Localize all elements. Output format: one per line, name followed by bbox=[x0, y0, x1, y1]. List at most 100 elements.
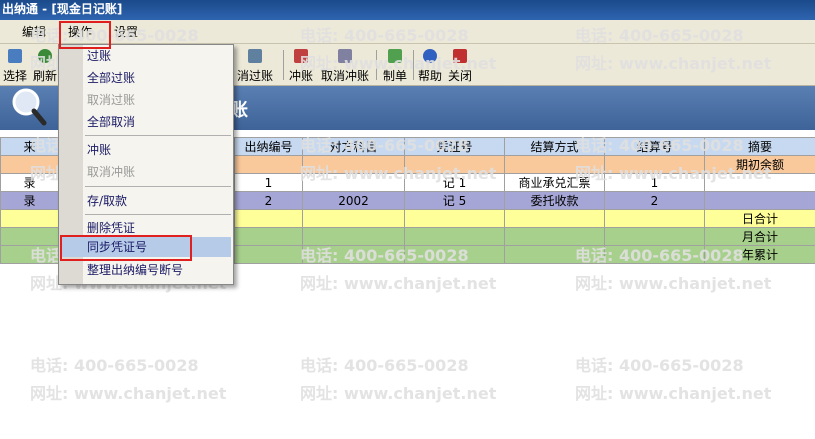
magnifier-icon bbox=[12, 88, 47, 126]
make-voucher-label: 制单 bbox=[382, 69, 407, 83]
table-cell bbox=[504, 209, 605, 228]
column-header[interactable]: 结算方式 bbox=[504, 137, 605, 156]
table-cell bbox=[234, 227, 303, 246]
table-cell: 记 1 bbox=[404, 173, 505, 192]
watermark-site: 网址: www.chanjet.net bbox=[30, 384, 227, 403]
menu-item-post-all[interactable]: 全部过账 bbox=[87, 69, 135, 87]
table-cell bbox=[302, 245, 405, 264]
unpost-icon bbox=[248, 49, 262, 63]
column-header[interactable]: 摘要 bbox=[704, 137, 815, 156]
menu-item-highlight-box bbox=[60, 235, 192, 261]
make-voucher-icon bbox=[388, 49, 402, 63]
watermark-phone: 电话: 400-665-0028 bbox=[300, 356, 469, 375]
column-header[interactable]: 来 bbox=[0, 137, 59, 156]
table-cell bbox=[0, 209, 59, 228]
table-cell: 期初余额 bbox=[704, 155, 815, 174]
table-cell: 录 bbox=[0, 191, 59, 210]
watermark-site: 网址: www.chanjet.net bbox=[300, 274, 497, 293]
column-header[interactable]: 结算号 bbox=[604, 137, 705, 156]
menu-settings[interactable]: 设置 bbox=[114, 24, 138, 42]
reverse-icon bbox=[294, 49, 308, 63]
table-cell bbox=[234, 155, 303, 174]
menu-item-cancel-all[interactable]: 全部取消 bbox=[87, 113, 135, 131]
cancel-reverse-icon bbox=[338, 49, 352, 63]
help-icon bbox=[423, 49, 437, 63]
menu-item-post[interactable]: 过账 bbox=[87, 47, 111, 65]
table-cell bbox=[302, 155, 405, 174]
select-button[interactable]: 选择 bbox=[2, 47, 28, 85]
column-header[interactable]: 出纳编号 bbox=[234, 137, 303, 156]
table-cell: 2002 bbox=[302, 191, 405, 210]
column-header[interactable]: 凭证号 bbox=[404, 137, 505, 156]
table-cell bbox=[404, 209, 505, 228]
table-cell: 月合计 bbox=[704, 227, 815, 246]
column-header[interactable]: 对方科目 bbox=[302, 137, 405, 156]
table-cell bbox=[0, 245, 59, 264]
table-cell: 年累计 bbox=[704, 245, 815, 264]
table-cell bbox=[504, 227, 605, 246]
toolbar-separator bbox=[283, 50, 284, 80]
table-cell bbox=[234, 209, 303, 228]
help-label: 帮助 bbox=[417, 69, 442, 83]
menu-highlight-box bbox=[59, 21, 111, 49]
close-button[interactable]: 关闭 bbox=[447, 47, 473, 85]
menu-item-deposit-withdraw[interactable]: 存/取款 bbox=[87, 192, 127, 210]
table-cell: 记 5 bbox=[404, 191, 505, 210]
close-label: 关闭 bbox=[447, 69, 472, 83]
menu-item-cancel-reverse[interactable]: 取消冲账 bbox=[87, 163, 135, 181]
make-voucher-button[interactable]: 制单 bbox=[381, 47, 409, 85]
table-cell bbox=[302, 173, 405, 192]
table-cell bbox=[302, 227, 405, 246]
menu-item-cancel-post[interactable]: 取消过账 bbox=[87, 91, 135, 109]
table-cell bbox=[604, 227, 705, 246]
refresh-button[interactable]: 刷新 bbox=[32, 47, 58, 85]
table-cell bbox=[704, 191, 815, 210]
table-cell bbox=[0, 227, 59, 246]
refresh-icon bbox=[38, 49, 52, 63]
watermark-site: 网址: www.chanjet.net bbox=[300, 384, 497, 403]
toolbar-separator bbox=[376, 50, 377, 80]
menu-separator bbox=[85, 135, 231, 136]
watermark-phone: 电话: 400-665-0028 bbox=[30, 356, 199, 375]
table-cell bbox=[604, 245, 705, 264]
refresh-label: 刷新 bbox=[32, 69, 57, 83]
select-icon bbox=[8, 49, 22, 63]
table-cell: 2 bbox=[234, 191, 303, 210]
window-title-bar: 出纳通 - [现金日记账] bbox=[0, 0, 815, 20]
select-label: 选择 bbox=[2, 69, 27, 83]
app-window: { "window": { "title": "出纳通 - [现金日记账]" }… bbox=[0, 0, 815, 439]
table-cell bbox=[504, 245, 605, 264]
unpost-button[interactable]: 消过账 bbox=[232, 47, 278, 85]
table-cell: 2 bbox=[604, 191, 705, 210]
window-title: 出纳通 - [现金日记账] bbox=[2, 2, 123, 16]
cancel-reverse-label: 取消冲账 bbox=[320, 69, 369, 83]
table-cell bbox=[404, 227, 505, 246]
table-cell bbox=[404, 155, 505, 174]
menu-edit[interactable]: 编辑 bbox=[22, 24, 46, 42]
table-cell: 1 bbox=[604, 173, 705, 192]
menu-separator bbox=[85, 214, 231, 215]
table-cell: 委托收款 bbox=[504, 191, 605, 210]
menu-item-reverse[interactable]: 冲账 bbox=[87, 141, 111, 159]
help-button[interactable]: 帮助 bbox=[417, 47, 443, 85]
menu-bar: 编辑 操作 设置 bbox=[0, 20, 815, 44]
toolbar-separator bbox=[413, 50, 414, 80]
reverse-button[interactable]: 冲账 bbox=[288, 47, 314, 85]
watermark-site: 网址: www.chanjet.net bbox=[575, 384, 772, 403]
watermark-site: 网址: www.chanjet.net bbox=[575, 274, 772, 293]
reverse-label: 冲账 bbox=[288, 69, 313, 83]
table-cell bbox=[404, 245, 505, 264]
table-cell bbox=[302, 209, 405, 228]
table-cell bbox=[704, 173, 815, 192]
cancel-reverse-button[interactable]: 取消冲账 bbox=[319, 47, 371, 85]
table-cell: 录 bbox=[0, 173, 59, 192]
table-cell bbox=[234, 245, 303, 264]
unpost-label: 消过账 bbox=[236, 69, 273, 83]
table-cell bbox=[0, 155, 59, 174]
table-cell bbox=[504, 155, 605, 174]
close-icon bbox=[453, 49, 467, 63]
table-cell: 商业承兑汇票 bbox=[504, 173, 605, 192]
menu-item-renumber-cashier[interactable]: 整理出纳编号断号 bbox=[87, 261, 183, 279]
watermark-phone: 电话: 400-665-0028 bbox=[575, 356, 744, 375]
menu-separator bbox=[85, 186, 231, 187]
